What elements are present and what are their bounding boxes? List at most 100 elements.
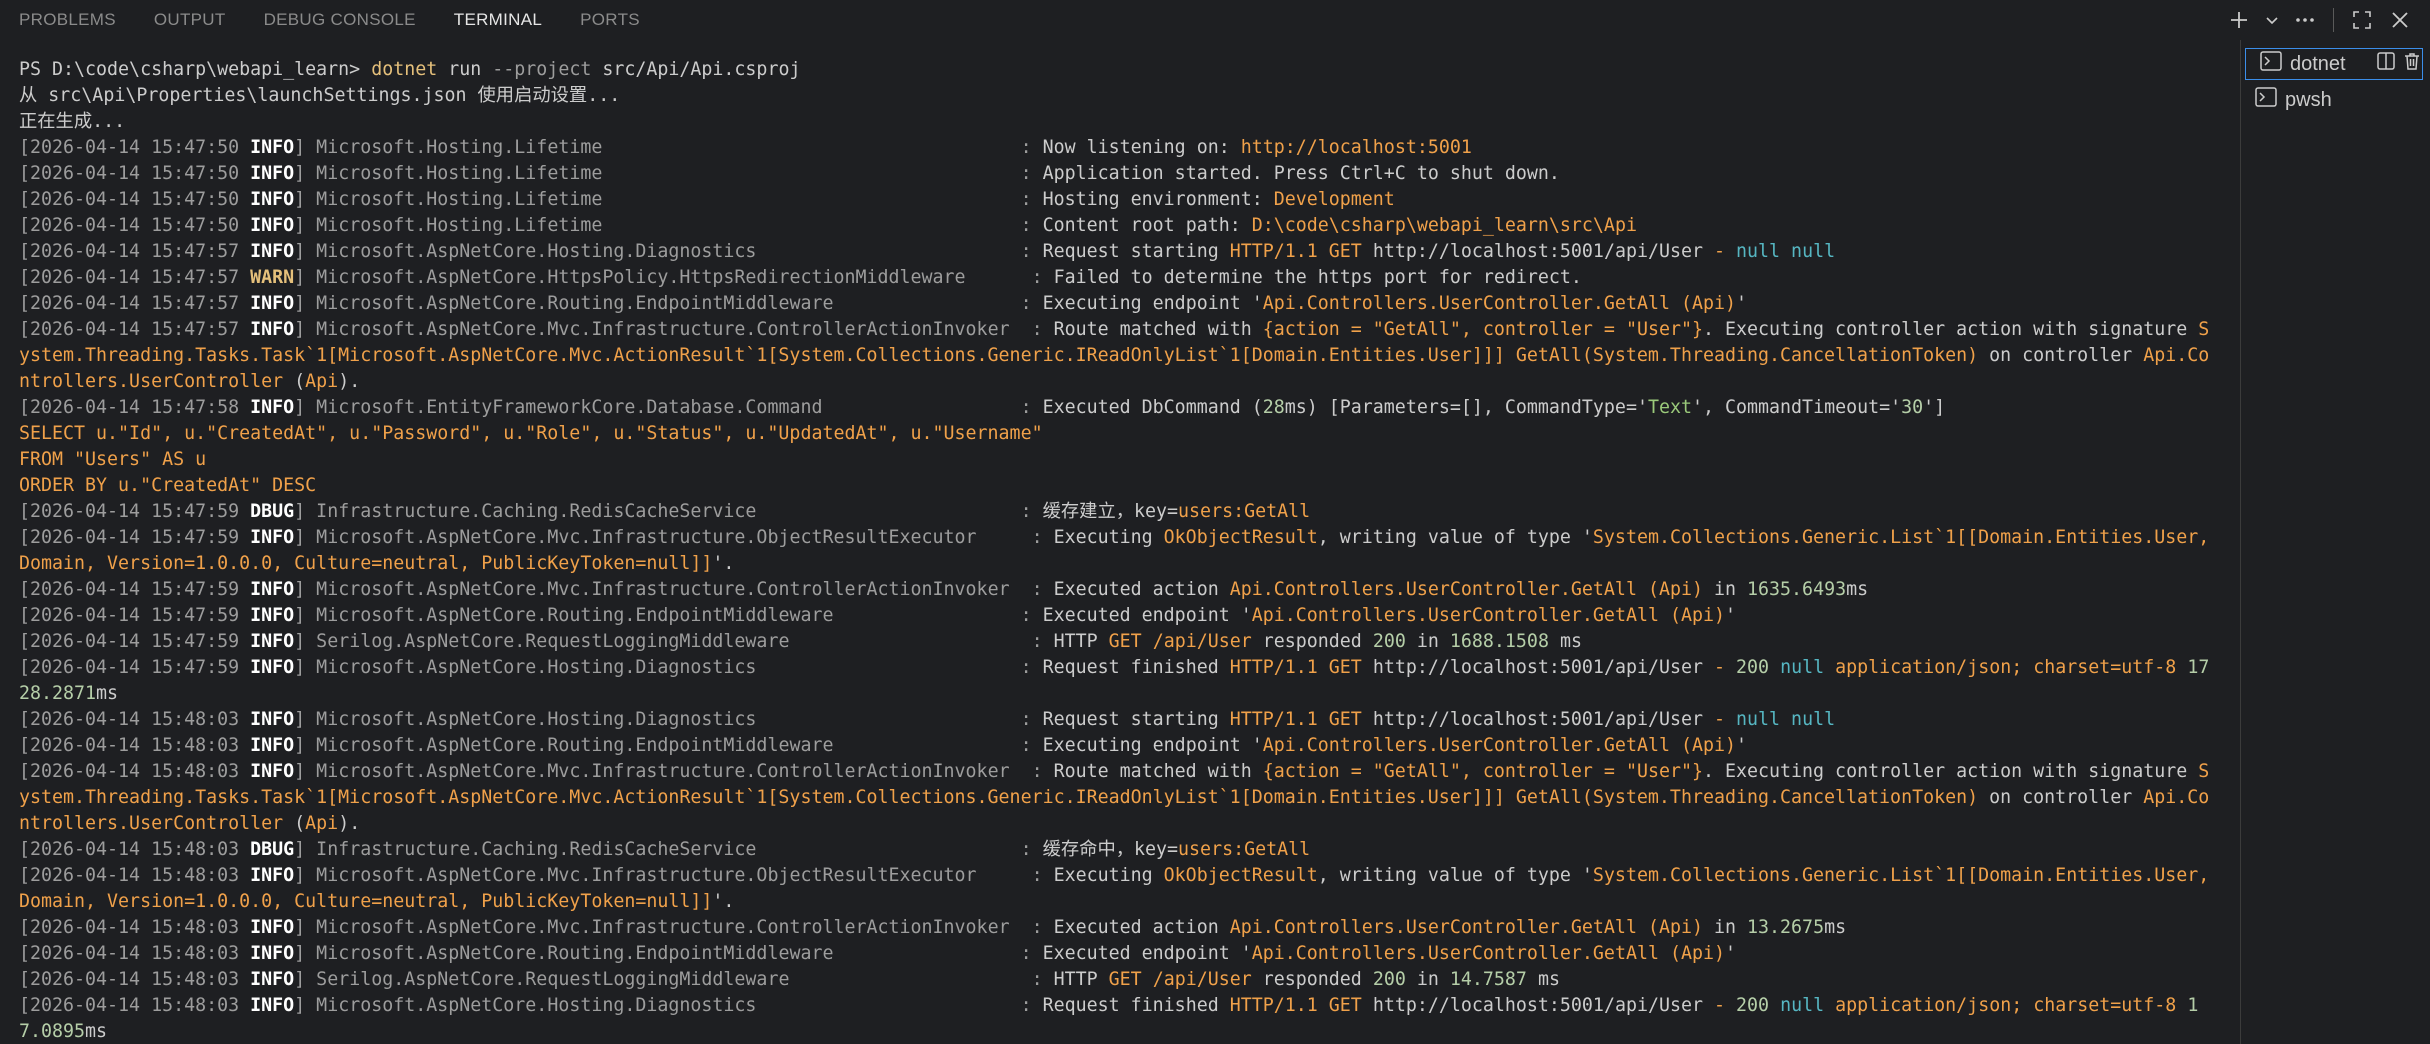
terminal-text: in xyxy=(1405,631,1450,652)
terminal-text: Api.Controllers.UserController.GetAll (A… xyxy=(1262,735,1737,756)
tab-problems[interactable]: PROBLEMS xyxy=(19,10,116,30)
more-actions-button[interactable] xyxy=(2289,4,2321,36)
terminal-text: ] Microsoft.AspNetCore.Mvc.Infrastructur… xyxy=(294,527,1054,548)
terminal-text: null null xyxy=(1736,241,1836,262)
terminal-text: [2026-04-14 15:48:03 xyxy=(19,709,251,730)
terminal-text: HTTP xyxy=(1053,969,1109,990)
terminal-line: [2026-04-14 15:48:03 INFO] Microsoft.Asp… xyxy=(19,915,2215,941)
maximize-panel-button[interactable] xyxy=(2346,4,2378,36)
terminal-text: INFO xyxy=(250,735,295,756)
terminal-text: ] Microsoft.Hosting.Lifetime : xyxy=(294,215,1043,236)
terminal-text: ] Microsoft.Hosting.Lifetime : xyxy=(294,137,1043,158)
terminal-text: 200 xyxy=(1372,969,1406,990)
terminal-text: Route matched with xyxy=(1053,761,1263,782)
terminal-output[interactable]: PS D:\code\csharp\webapi_learn> dotnet r… xyxy=(19,57,2215,1044)
panel-tab-bar: PROBLEMS OUTPUT DEBUG CONSOLE TERMINAL P… xyxy=(0,0,2430,40)
terminal-line: [2026-04-14 15:48:03 INFO] Microsoft.Asp… xyxy=(19,707,2215,733)
terminal-text: '. xyxy=(712,553,735,574)
terminal-text: ms xyxy=(1846,579,1869,600)
terminal-line: [2026-04-14 15:47:57 WARN] Microsoft.Asp… xyxy=(19,265,2215,291)
terminal-text: '. xyxy=(712,891,735,912)
terminal-line: 从 src\Api\Properties\launchSettings.json… xyxy=(19,83,2215,109)
terminal-text: INFO xyxy=(250,319,295,340)
terminal-text: [2026-04-14 15:47:59 xyxy=(19,631,251,652)
terminal-line: [2026-04-14 15:48:03 INFO] Microsoft.Asp… xyxy=(19,941,2215,967)
terminal-item-pwsh[interactable]: pwsh xyxy=(2241,84,2421,116)
terminal-text: ] Microsoft.AspNetCore.Hosting.Diagnosti… xyxy=(294,709,1043,730)
tab-output[interactable]: OUTPUT xyxy=(154,10,226,30)
tab-debug-console[interactable]: DEBUG CONSOLE xyxy=(264,10,416,30)
terminal-text: users:GetAll xyxy=(1178,501,1311,522)
close-panel-button[interactable] xyxy=(2384,4,2416,36)
terminal-text: 1688.1508 xyxy=(1449,631,1549,652)
new-terminal-button[interactable] xyxy=(2223,4,2255,36)
terminal-text: on controller xyxy=(1978,345,2144,366)
terminal-text: Application started. Press Ctrl+C to shu… xyxy=(1042,163,1560,184)
terminal-line: 正在生成... xyxy=(19,109,2215,135)
terminal-text: /api/User xyxy=(1152,631,1252,652)
terminal-text: http://localhost:5001/api/User xyxy=(1372,995,1703,1016)
terminal-text: [2026-04-14 15:47:50 xyxy=(19,163,251,184)
split-terminal-icon[interactable] xyxy=(2376,51,2396,77)
terminal-line: [2026-04-14 15:47:57 INFO] Microsoft.Asp… xyxy=(19,291,2215,317)
terminal-text: INFO xyxy=(250,709,295,730)
terminal-text: ] Serilog.AspNetCore.RequestLoggingMiddl… xyxy=(294,969,1054,990)
terminal-text: 1635.6493 xyxy=(1747,579,1847,600)
terminal-line: [2026-04-14 15:47:50 INFO] Microsoft.Hos… xyxy=(19,187,2215,213)
terminal-line: [2026-04-14 15:48:03 INFO] Microsoft.Asp… xyxy=(19,993,2215,1044)
terminal-text: ] Microsoft.AspNetCore.Routing.EndpointM… xyxy=(294,293,1043,314)
terminal-text: [2026-04-14 15:47:59 xyxy=(19,605,251,626)
terminal-text: Failed to determine the https port for r… xyxy=(1053,267,1582,288)
terminal-text: INFO xyxy=(250,865,295,886)
terminal-text: PS D:\code\csharp\webapi_learn> xyxy=(19,59,372,80)
terminal-text: http://localhost:5001 xyxy=(1240,137,1472,158)
terminal-text: Development xyxy=(1273,189,1395,210)
terminal-text: ms xyxy=(85,1021,108,1042)
terminal-line: ORDER BY u."CreatedAt" DESC xyxy=(19,473,2215,499)
terminal-text: Api xyxy=(305,371,339,392)
terminal-text: Executed action xyxy=(1053,579,1230,600)
terminal-text: Hosting environment: xyxy=(1042,189,1274,210)
terminal-line: [2026-04-14 15:48:03 INFO] Serilog.AspNe… xyxy=(19,967,2215,993)
trash-icon[interactable] xyxy=(2402,51,2422,77)
terminal-text: Api.Controllers.UserController.GetAll (A… xyxy=(1262,293,1737,314)
terminal-text: - xyxy=(1703,709,1737,730)
terminal-line: [2026-04-14 15:48:03 INFO] Microsoft.Asp… xyxy=(19,863,2215,915)
terminal-item-dotnet[interactable]: dotnet xyxy=(2245,48,2423,80)
terminal-text: Api.Controllers.UserController.GetAll (A… xyxy=(1251,605,1726,626)
terminal-text: 200 xyxy=(1736,995,1770,1016)
terminal-text: '] xyxy=(1923,397,1946,418)
terminal-text: [2026-04-14 15:48:03 xyxy=(19,969,251,990)
terminal-text: , writing value of type ' xyxy=(1317,527,1593,548)
terminal-text: [2026-04-14 15:48:03 xyxy=(19,917,251,938)
terminal-text: Request finished xyxy=(1042,995,1230,1016)
terminal-text: ] Microsoft.AspNetCore.Routing.EndpointM… xyxy=(294,943,1043,964)
terminal-line: [2026-04-14 15:47:58 INFO] Microsoft.Ent… xyxy=(19,395,2215,421)
terminal-text: /api/User xyxy=(1152,969,1252,990)
terminal-line: [2026-04-14 15:48:03 DBUG] Infrastructur… xyxy=(19,837,2215,863)
terminal-text: ( xyxy=(283,371,306,392)
terminal-text: ms xyxy=(1548,631,1582,652)
terminal-line: [2026-04-14 15:47:50 INFO] Microsoft.Hos… xyxy=(19,135,2215,161)
terminal-text: [2026-04-14 15:48:03 xyxy=(19,761,251,782)
terminal-text: {action = "GetAll", controller = "User"} xyxy=(1262,319,1703,340)
terminal-text: ( xyxy=(283,813,306,834)
tab-ports[interactable]: PORTS xyxy=(580,10,640,30)
terminal-profile-dropdown[interactable] xyxy=(2261,4,2283,36)
terminal-line: [2026-04-14 15:47:57 INFO] Microsoft.Asp… xyxy=(19,239,2215,265)
terminal-text: Executed endpoint ' xyxy=(1042,943,1252,964)
terminal-text: 正在生成... xyxy=(19,111,126,132)
terminal-line: FROM "Users" AS u xyxy=(19,447,2215,473)
terminal-text: INFO xyxy=(250,527,295,548)
terminal-text: 13.2675 xyxy=(1747,917,1825,938)
tab-terminal[interactable]: TERMINAL xyxy=(454,10,542,30)
terminal-text: null null xyxy=(1736,709,1836,730)
terminal-text: Route matched with xyxy=(1053,319,1263,340)
terminal-text: users:GetAll xyxy=(1178,839,1311,860)
terminal-text: OkObjectResult xyxy=(1163,527,1318,548)
terminal-text: ] Infrastructure.Caching.RedisCacheServi… xyxy=(294,501,1043,522)
